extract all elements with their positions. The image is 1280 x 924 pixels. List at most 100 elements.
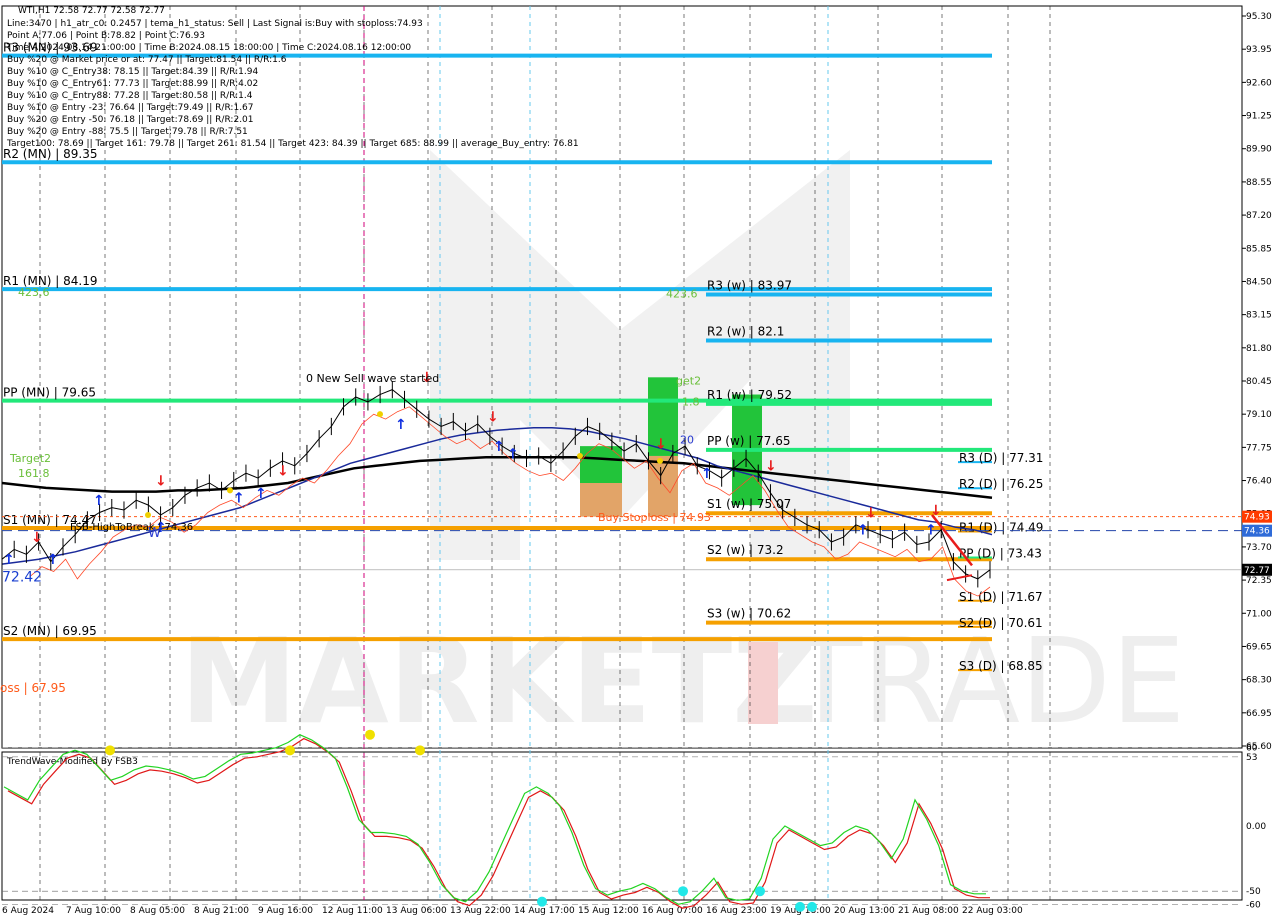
buy-arrow-11: ↑ (925, 523, 937, 539)
signal-dot-4 (657, 457, 663, 464)
target2-left-text: Target2 (9, 452, 51, 465)
x-tick-8: 14 Aug 17:00 (514, 906, 575, 916)
osc-cyan-dot-2 (755, 886, 765, 897)
price-tag-1: 74.36 (1244, 527, 1270, 537)
buy-arrow-1: ↑ (47, 552, 59, 568)
info-line-3: Buy %20 @ Market price or at: 77.47 || T… (7, 55, 287, 65)
y-tick-1: 93.95 (1246, 45, 1272, 55)
info-line-0: Line:3470 | h1_atr_c0: 0.2457 | tema_h1_… (7, 19, 423, 29)
osc-yellow-dot-1 (285, 745, 295, 756)
fsb-break-text: FSB-HighToBreak | 74.36 (70, 522, 193, 533)
sell-arrow-8: ↓ (930, 503, 942, 519)
x-tick-4: 9 Aug 16:00 (258, 906, 313, 916)
osc-cyan-dot-3 (795, 901, 805, 912)
y-tick-10: 81.80 (1246, 344, 1272, 354)
y-tick-0: 95.30 (1246, 12, 1272, 22)
x-tick-11: 16 Aug 23:00 (706, 906, 767, 916)
y-tick-14: 76.40 (1246, 477, 1272, 487)
y-tick-6: 87.20 (1246, 211, 1272, 221)
x-tick-3: 8 Aug 21:00 (194, 906, 249, 916)
info-line-5: Buy %10 @ C_Entry61: 77.73 || Target:88.… (7, 79, 258, 89)
signal-dot-0 (145, 511, 151, 518)
buy-arrow-6: ↑ (395, 417, 407, 433)
daily-level-label-3: PP (D) | 73.43 (959, 547, 1042, 561)
target2-left-value: 161.8 (18, 467, 50, 480)
weekly-level-label-6: S3 (w) | 70.62 (707, 607, 791, 621)
y-tick-11: 80.45 (1246, 377, 1272, 387)
osc-y-tick-3: -50 (1246, 887, 1261, 897)
weekly-level-label-1: R2 (w) | 82.1 (707, 324, 784, 338)
osc-y-tick-1: 53 (1246, 753, 1257, 763)
x-tick-10: 16 Aug 07:00 (642, 906, 703, 916)
info-line-4: Buy %10 @ C_Entry38: 78.15 || Target:84.… (7, 67, 258, 77)
info-line-7: Buy %10 @ Entry -23: 76.64 || Target:79.… (7, 103, 254, 113)
y-tick-12: 79.10 (1246, 410, 1272, 420)
sell-arrow-4: ↓ (487, 410, 499, 426)
sell-wave-text: 0 New Sell wave started (306, 372, 439, 385)
y-tick-20: 68.30 (1246, 676, 1272, 686)
y-tick-18: 71.00 (1246, 609, 1272, 619)
y-tick-9: 83.15 (1246, 311, 1272, 321)
info-line-6: Buy %10 @ C_Entry88: 77.28 || Target:80.… (7, 91, 253, 101)
weekly-level-label-3: PP (w) | 77.65 (707, 434, 791, 448)
y-tick-2: 92.60 (1246, 78, 1272, 88)
x-tick-13: 20 Aug 13:00 (834, 906, 895, 916)
price-chart: MARKETZ TRADE R3 (MN) | 93.69 R2 (MN) | 89… (0, 0, 1280, 920)
buy-stoploss-text: Buy Stoploss | 74.93 (598, 511, 711, 524)
osc-cyan-dot-0 (537, 896, 547, 907)
osc-y-tick-2: 0.00 (1246, 822, 1266, 832)
x-tick-14: 21 Aug 08:00 (898, 906, 959, 916)
target2-right-value: 1.8 (682, 396, 700, 409)
signal-dot-3 (577, 452, 583, 459)
buy-arrow-5: ↑ (255, 486, 267, 502)
osc-yellow-dot-2 (365, 729, 375, 740)
x-tick-6: 13 Aug 06:00 (386, 906, 447, 916)
info-line-10: Target100: 78.69 || Target 161: 79.78 ||… (6, 139, 579, 149)
buy-arrow-8: ↑ (507, 446, 519, 462)
osc-y-tick-4: -60 (1246, 900, 1261, 910)
w-label: W (148, 526, 161, 541)
buy-arrow-10: ↑ (857, 523, 869, 539)
osc-yellow-dot-0 (105, 745, 115, 756)
zone-green-1 (580, 446, 622, 484)
sell-arrow-2: ↓ (277, 464, 289, 480)
buy-arrow-9: ↑ (701, 466, 713, 482)
t423-right: 423.6 (666, 287, 698, 300)
x-tick-1: 7 Aug 10:00 (66, 906, 121, 916)
target2-right-text: get2 (676, 375, 701, 388)
osc-title: TrendWave-Modified By FSB3 (6, 757, 138, 767)
x-tick-5: 12 Aug 11:00 (322, 906, 383, 916)
daily-level-label-4: S1 (D) | 71.67 (959, 590, 1043, 604)
z-label: 20 (680, 434, 694, 447)
weekly-level-label-5: S2 (w) | 73.2 (707, 543, 784, 557)
price-tag-2: 72.77 (1244, 566, 1270, 576)
buy-arrow-0: ↑ (3, 552, 15, 568)
price-tag-0: 74.93 (1244, 513, 1270, 523)
x-tick-9: 15 Aug 12:00 (578, 906, 639, 916)
daily-level-label-2: R1 (D) | 74.49 (959, 520, 1043, 534)
y-tick-7: 85.85 (1246, 244, 1272, 254)
info-line-8: Buy %20 @ Entry -50: 76.18 || Target:78.… (7, 115, 254, 125)
x-tick-15: 22 Aug 03:00 (962, 906, 1023, 916)
y-tick-21: 66.95 (1246, 709, 1272, 719)
weekly-level-label-0: R3 (w) | 83.97 (707, 278, 792, 292)
watermark-text: MARKETZ (180, 612, 818, 750)
sell-arrow-0: ↓ (31, 530, 43, 546)
info-line-1: Point A:77.06 | Point B:78.82 | Point C:… (7, 31, 205, 41)
buy-arrow-2: ↑ (93, 493, 105, 509)
left-stoploss-text: oss | 67.95 (0, 681, 66, 695)
y-tick-8: 84.50 (1246, 277, 1272, 287)
sell-arrow-1: ↓ (155, 473, 167, 489)
watermark-bar (748, 642, 778, 724)
y-tick-16: 73.70 (1246, 543, 1272, 553)
signal-dot-1 (227, 487, 233, 494)
left-price-text: 72.42 (2, 569, 42, 585)
y-tick-19: 69.65 (1246, 642, 1272, 652)
monthly-level-label-1: R2 (MN) | 89.35 (3, 147, 98, 161)
osc-cyan-dot-1 (678, 886, 688, 897)
symbol-line: WTI,H1 72.58 72.77 72.58 72.77 (18, 6, 165, 16)
y-tick-5: 88.55 (1246, 178, 1272, 188)
daily-level-label-0: R3 (D) | 77.31 (959, 451, 1043, 465)
buy-arrow-4: ↑ (233, 491, 245, 507)
daily-level-label-6: S3 (D) | 68.85 (959, 659, 1043, 673)
